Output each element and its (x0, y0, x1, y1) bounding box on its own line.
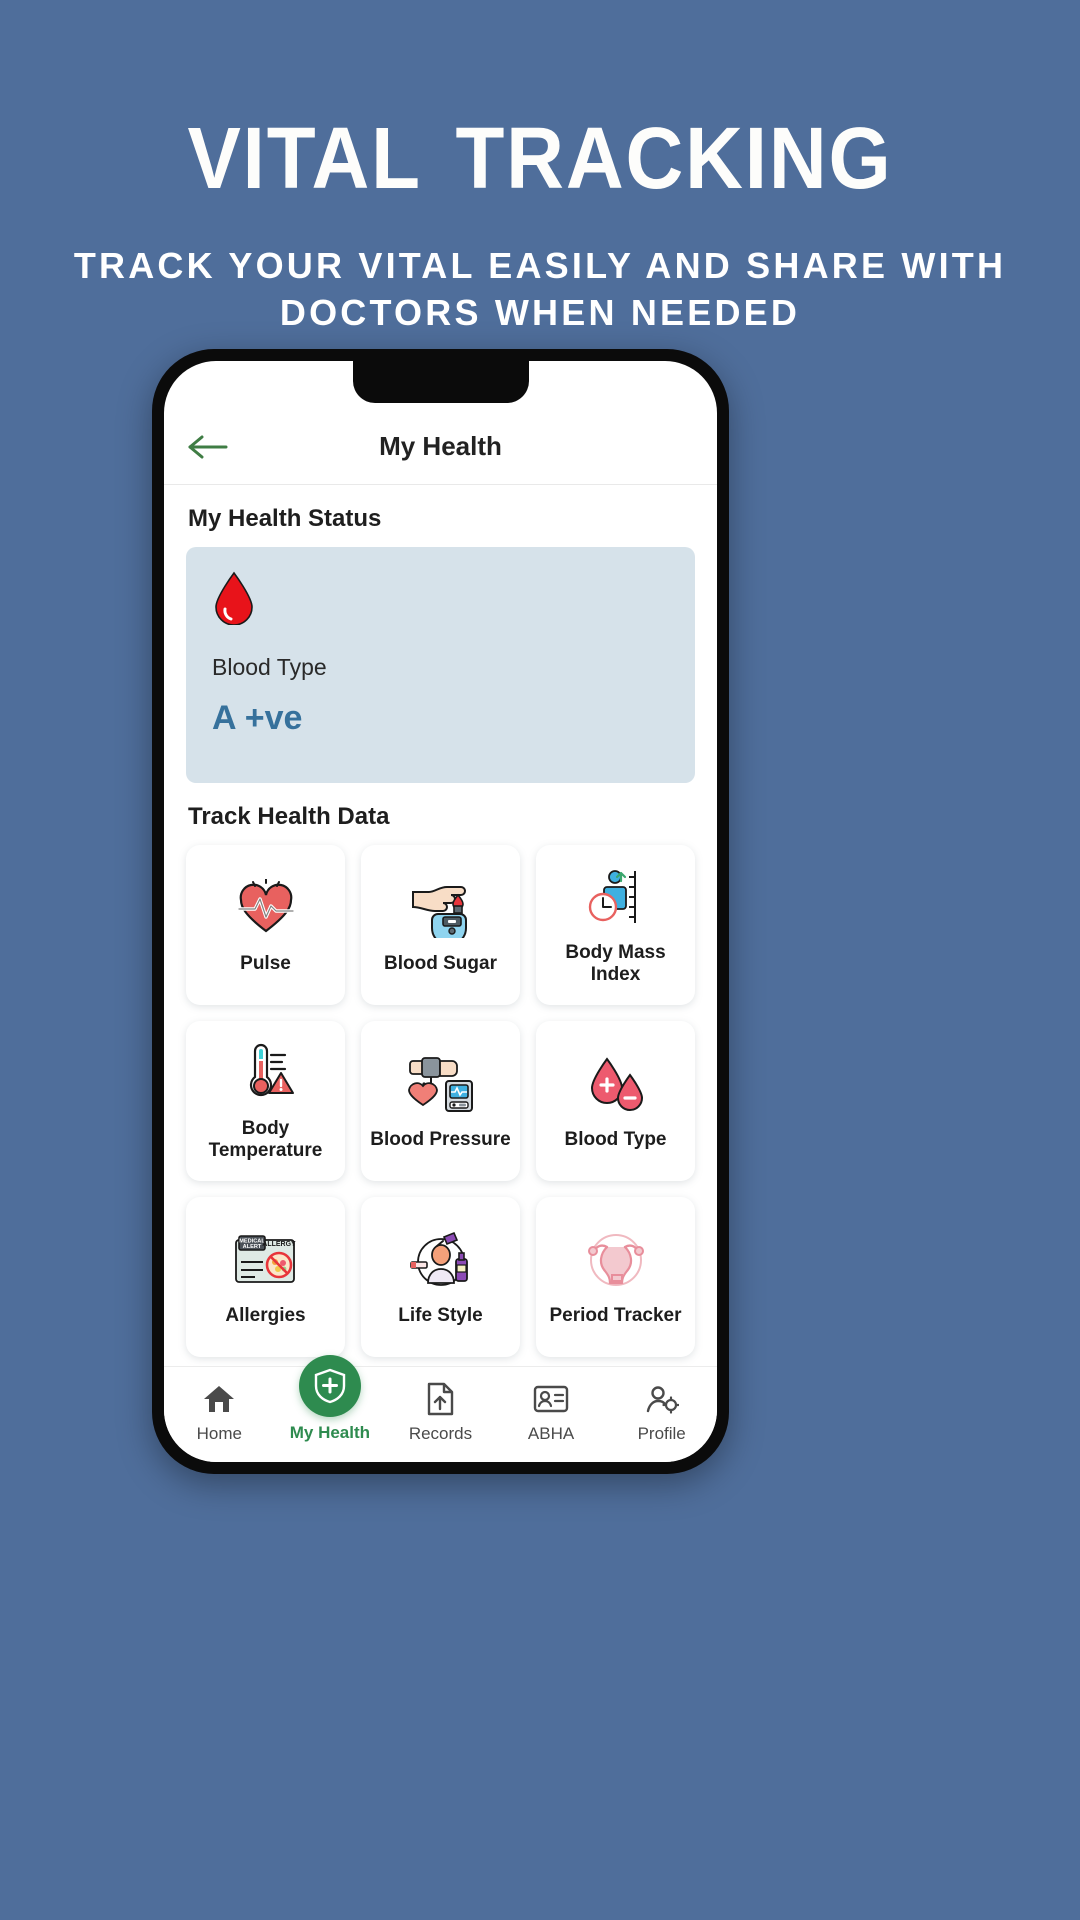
tile-period-tracker[interactable]: Period Tracker (536, 1197, 695, 1357)
promo-subtitle: Track your vital easily and share with d… (73, 244, 1007, 334)
blood-type-status-card[interactable]: Blood Type A +ve (186, 547, 695, 783)
abha-card-icon (533, 1380, 569, 1418)
blood-type-value: A +ve (212, 699, 303, 737)
promo-title: Vital Tracking (187, 77, 893, 215)
tile-label: Period Tracker (549, 1304, 682, 1326)
nav-item-records[interactable]: Records (388, 1380, 492, 1444)
tile-blood-type[interactable]: Blood Type (536, 1021, 695, 1181)
nav-item-abha[interactable]: ABHA (499, 1380, 603, 1444)
tile-blood-pressure[interactable]: Blood Pressure (361, 1021, 520, 1181)
glucometer-icon (409, 875, 473, 941)
medical-alert-allergy-icon: MEDICAL ALERT ALLERGY (233, 1227, 299, 1293)
phone-mockup: My Health My Health Status Blood Type A … (152, 349, 729, 1474)
blood-drops-icon (585, 1051, 647, 1117)
blood-drop-icon (215, 571, 253, 626)
bmi-scale-icon (585, 864, 647, 930)
back-button[interactable] (186, 432, 238, 462)
tile-label: Pulse (240, 952, 291, 974)
app-header: My Health (164, 409, 717, 485)
track-health-grid: Pulse Blood Sugar Body Mass Index Body T… (186, 845, 695, 1357)
nav-label: My Health (289, 1422, 371, 1442)
arrow-left-icon (188, 435, 228, 458)
tile-label: Blood Pressure (370, 1128, 511, 1150)
page-title: My Health (379, 431, 502, 461)
nav-label: ABHA (527, 1423, 575, 1443)
nav-item-my-health[interactable]: My Health (278, 1354, 382, 1443)
tile-body-mass-index[interactable]: Body Mass Index (536, 845, 695, 1005)
tile-pulse[interactable]: Pulse (186, 845, 345, 1005)
tile-life-style[interactable]: Life Style (361, 1197, 520, 1357)
pulse-heart-icon (235, 875, 297, 941)
records-upload-icon (425, 1380, 455, 1418)
tile-allergies[interactable]: MEDICAL ALERT ALLERGY Allergies (186, 1197, 345, 1357)
main-content[interactable]: My Health Status Blood Type A +ve Track … (164, 485, 717, 1366)
nav-label: Profile (637, 1423, 686, 1443)
bottom-navigation: Home My Health Records ABHA Profile (164, 1354, 717, 1462)
tile-label: Body Mass Index (565, 941, 666, 985)
tile-label: Blood Type (564, 1128, 667, 1150)
tile-body-temperature[interactable]: Body Temperature (186, 1021, 345, 1181)
phone-screen: My Health My Health Status Blood Type A … (164, 361, 717, 1462)
svg-text:ALERT: ALERT (242, 1244, 261, 1250)
promo-header: Vital Tracking Track your vital easily a… (0, 0, 1080, 337)
home-icon (202, 1380, 236, 1418)
profile-gear-icon (645, 1380, 679, 1418)
uterus-icon (585, 1227, 647, 1293)
tile-label: Life Style (398, 1304, 483, 1326)
nav-item-home[interactable]: Home (167, 1380, 271, 1444)
nav-label: Records (408, 1423, 473, 1443)
section-title-track: Track Health Data (188, 803, 390, 830)
lifestyle-icon (409, 1227, 472, 1293)
nav-label: Home (196, 1423, 242, 1443)
blood-type-label: Blood Type (212, 654, 327, 680)
tile-label: Blood Sugar (384, 952, 497, 974)
section-title-status: My Health Status (188, 505, 382, 532)
svg-text:ALLERGY: ALLERGY (262, 1241, 296, 1248)
nav-item-profile[interactable]: Profile (610, 1380, 714, 1444)
tile-label: Allergies (225, 1304, 306, 1326)
thermometer-icon (235, 1040, 297, 1106)
tile-blood-sugar[interactable]: Blood Sugar (361, 845, 520, 1005)
phone-notch (352, 361, 529, 403)
health-shield-icon (298, 1354, 361, 1417)
blood-pressure-monitor-icon (407, 1051, 474, 1117)
tile-label: Body Temperature (208, 1117, 323, 1161)
